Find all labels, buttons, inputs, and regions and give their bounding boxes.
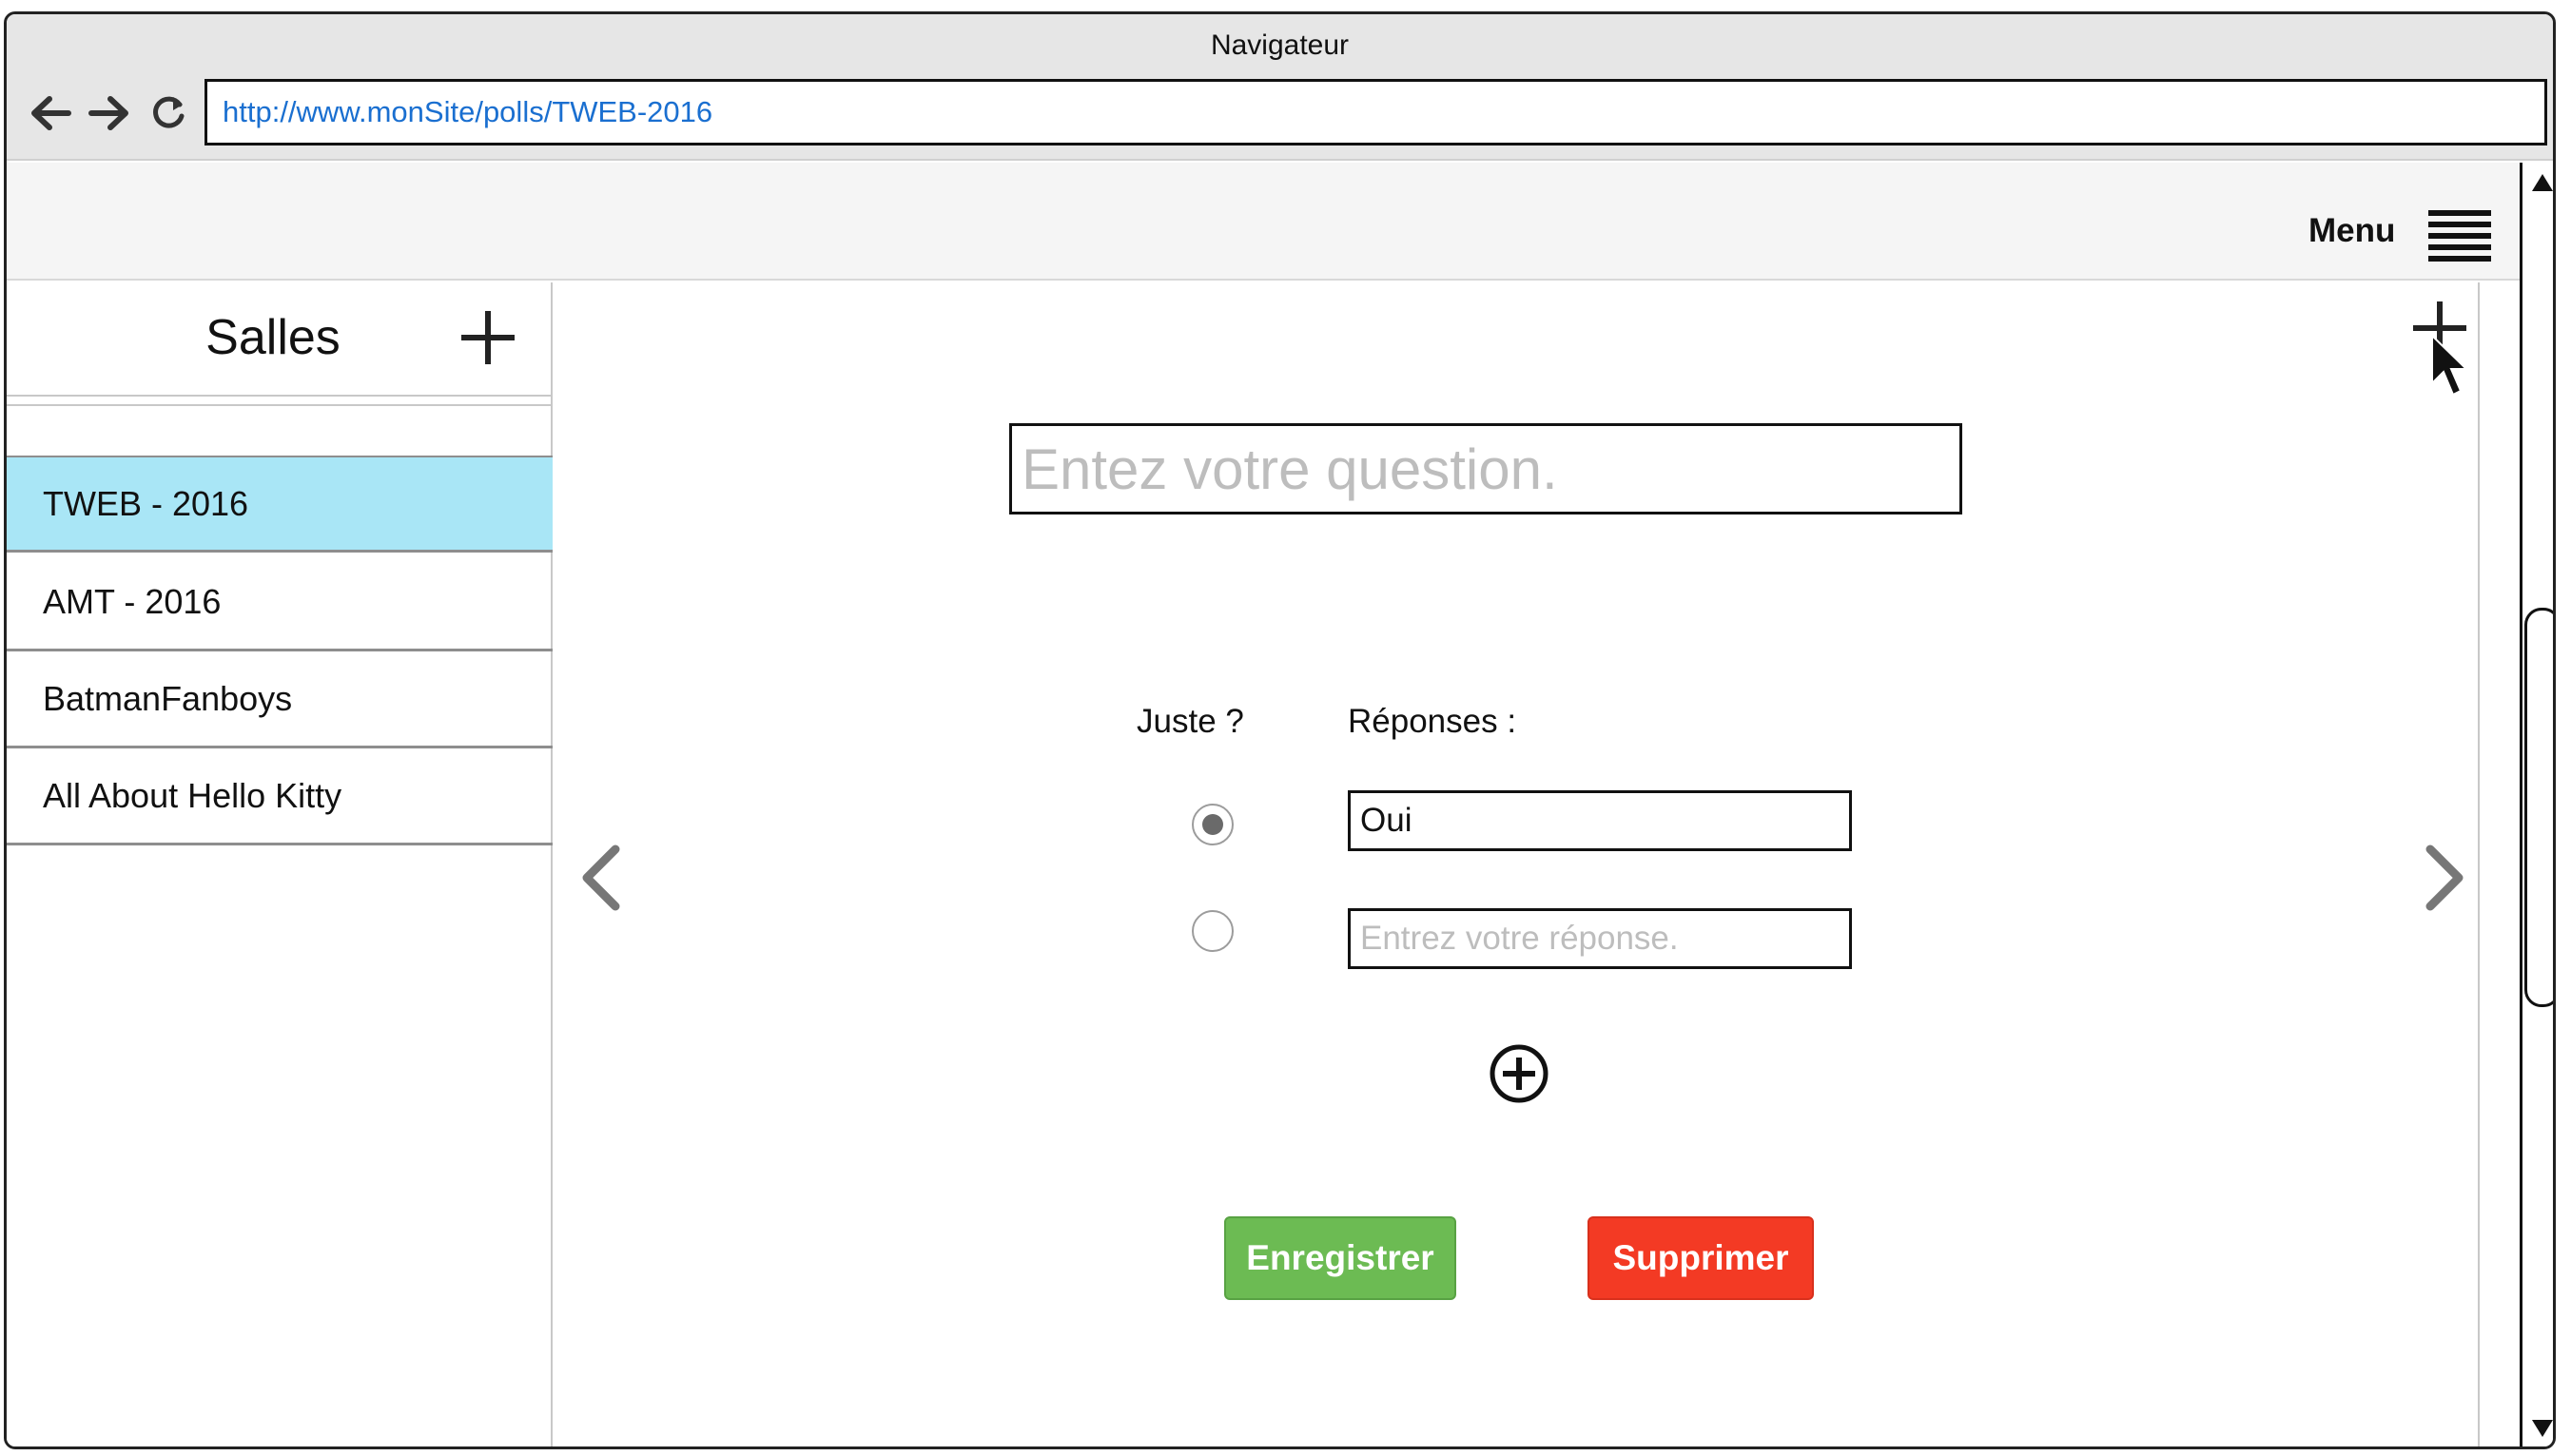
sidebar-divider xyxy=(7,404,553,406)
question-editor: Entez votre question. Juste ? Réponses :… xyxy=(555,282,2480,1446)
room-label: BatmanFanboys xyxy=(43,678,293,718)
vertical-scrollbar[interactable] xyxy=(2520,163,2555,1446)
room-label: All About Hello Kitty xyxy=(43,775,342,815)
room-item-hello-kitty[interactable]: All About Hello Kitty xyxy=(7,748,553,845)
window-title: Navigateur xyxy=(1210,29,1350,61)
correct-answer-radio-1[interactable] xyxy=(1192,804,1234,845)
url-text: http://www.monSite/polls/TWEB-2016 xyxy=(223,95,713,128)
arrow-right-icon xyxy=(88,96,128,130)
address-bar[interactable]: http://www.monSite/polls/TWEB-2016 xyxy=(205,79,2547,146)
mouse-cursor-icon xyxy=(2431,334,2469,397)
answers-column-label: Réponses : xyxy=(1348,703,1517,740)
menu-label[interactable]: Menu xyxy=(2308,212,2395,250)
room-item-tweb-2016[interactable]: TWEB - 2016 xyxy=(7,456,553,553)
sidebar-divider xyxy=(7,395,553,397)
question-placeholder: Entez votre question. xyxy=(1022,437,1558,501)
forward-button[interactable] xyxy=(83,87,136,140)
answer-placeholder: Entrez votre réponse. xyxy=(1360,920,1679,957)
save-button[interactable]: Enregistrer xyxy=(1224,1216,1456,1300)
reload-button[interactable] xyxy=(142,87,195,140)
correct-column-label: Juste ? xyxy=(1137,703,1244,740)
previous-question-icon[interactable] xyxy=(577,844,625,912)
page-header: Menu xyxy=(7,163,2520,281)
reload-icon xyxy=(153,96,185,128)
browser-window: Navigateur http://www.monSite/polls/TWEB… xyxy=(4,11,2556,1449)
add-answer-icon[interactable] xyxy=(1489,1043,1549,1104)
add-room-icon[interactable] xyxy=(459,309,516,366)
scroll-down-icon[interactable] xyxy=(2530,1418,2555,1439)
radio-selected-dot xyxy=(1202,814,1223,835)
room-label: TWEB - 2016 xyxy=(43,483,249,523)
room-label: AMT - 2016 xyxy=(43,581,222,621)
scroll-up-icon[interactable] xyxy=(2530,172,2555,193)
delete-button[interactable]: Supprimer xyxy=(1587,1216,1814,1300)
room-item-amt-2016[interactable]: AMT - 2016 xyxy=(7,554,553,651)
scrollbar-thumb[interactable] xyxy=(2524,608,2553,1007)
correct-answer-radio-2[interactable] xyxy=(1192,910,1234,952)
answer-input-1[interactable]: Oui xyxy=(1348,790,1852,851)
answer-input-2[interactable]: Entrez votre réponse. xyxy=(1348,908,1852,969)
question-input[interactable]: Entez votre question. xyxy=(1009,423,1962,514)
arrow-left-icon xyxy=(31,96,71,130)
hamburger-menu-icon[interactable] xyxy=(2428,210,2491,262)
answer-value: Oui xyxy=(1360,802,1412,839)
browser-titlebar: Navigateur http://www.monSite/polls/TWEB… xyxy=(7,14,2553,161)
room-item-batmanfanboys[interactable]: BatmanFanboys xyxy=(7,651,553,748)
rooms-sidebar: Salles TWEB - 2016 AMT - 2016 BatmanFanb… xyxy=(7,282,553,1446)
next-question-icon[interactable] xyxy=(2421,844,2468,912)
back-button[interactable] xyxy=(24,87,77,140)
